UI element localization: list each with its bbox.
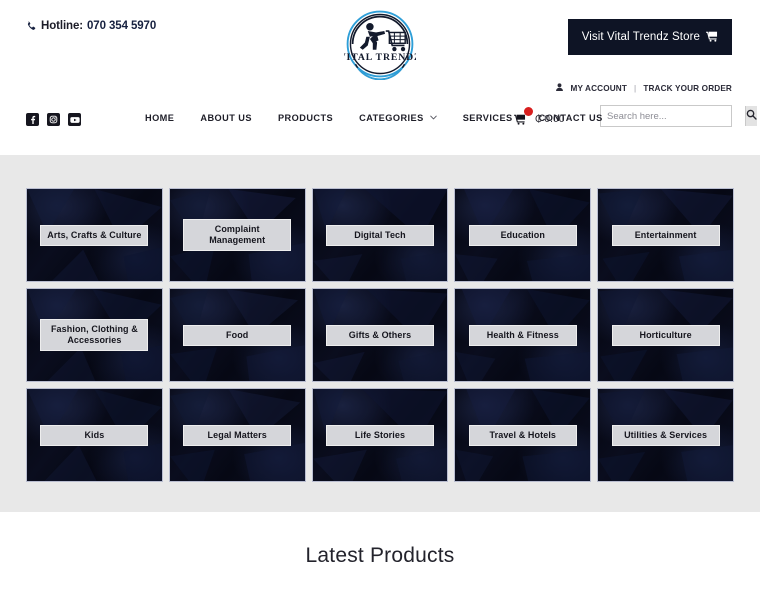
hotline: Hotline: 070 354 5970: [26, 20, 156, 32]
nav-item-products[interactable]: PRODUCTS: [265, 113, 346, 123]
account-divider: |: [634, 83, 637, 93]
category-tile[interactable]: Education: [454, 188, 592, 282]
category-label: Fashion, Clothing & Accessories: [40, 319, 149, 351]
visit-store-button[interactable]: Visit Vital Trendz Store: [567, 19, 732, 55]
cart-icon-wrapper: [514, 107, 533, 128]
user-icon: [556, 83, 564, 93]
nav-label: HOME: [145, 113, 175, 123]
nav-label: CATEGORIES: [359, 113, 424, 123]
category-tile[interactable]: Legal Matters: [168, 388, 306, 482]
category-label: Complaint Management: [183, 219, 292, 251]
category-label: Arts, Crafts & Culture: [40, 224, 149, 246]
currency-symbol: ₵: [535, 113, 543, 125]
category-label: Education: [468, 224, 577, 246]
latest-products-section: Latest Products: [0, 512, 760, 600]
my-account-link[interactable]: MY ACCOUNT: [570, 84, 627, 93]
category-grid: Arts, Crafts & Culture Complaint Managem…: [26, 188, 734, 482]
instagram-icon[interactable]: [47, 113, 60, 126]
category-tile[interactable]: Complaint Management: [168, 188, 306, 282]
category-label: Food: [183, 324, 292, 346]
nav-item-about-us[interactable]: ABOUT US: [187, 113, 265, 123]
search-button[interactable]: [745, 106, 757, 126]
site-header: Hotline: 070 354 5970 VITAL TRENDZ: [0, 0, 760, 155]
phone-icon: [26, 21, 37, 32]
hotline-label: Hotline:: [41, 20, 83, 32]
search-input[interactable]: [601, 106, 745, 126]
category-tile[interactable]: Horticulture: [597, 288, 734, 382]
category-tile[interactable]: Food: [168, 288, 306, 382]
category-tile[interactable]: Kids: [26, 388, 163, 482]
cart-amount-value: 0.00: [544, 113, 565, 125]
visit-store-label: Visit Vital Trendz Store: [581, 31, 700, 43]
nav-label: ABOUT US: [200, 113, 252, 123]
category-tile[interactable]: Arts, Crafts & Culture: [26, 188, 163, 282]
nav-item-home[interactable]: HOME: [132, 113, 187, 123]
nav-label: PRODUCTS: [277, 113, 334, 123]
track-order-link[interactable]: TRACK YOUR ORDER: [643, 84, 732, 93]
nav-label: SERVICES: [462, 113, 513, 123]
site-logo[interactable]: VITAL TRENDZ: [339, 8, 420, 81]
category-label: Digital Tech: [326, 224, 434, 246]
category-grid-section: Arts, Crafts & Culture Complaint Managem…: [0, 155, 760, 512]
youtube-icon[interactable]: [68, 113, 81, 126]
search-box: [600, 105, 757, 127]
cart-count-badge: [524, 107, 533, 116]
category-tile[interactable]: Gifts & Others: [311, 288, 449, 382]
category-tile[interactable]: Health & Fitness: [454, 288, 592, 382]
runner-with-shopping-cart-logo: VITAL TRENDZ: [339, 10, 420, 81]
hotline-number[interactable]: 070 354 5970: [87, 20, 156, 32]
cart-widget[interactable]: ₵ 0.00: [514, 107, 565, 128]
category-label: Kids: [40, 424, 149, 446]
category-tile[interactable]: Life Stories: [311, 388, 449, 482]
category-label: Travel & Hotels: [468, 424, 577, 446]
cart-total: ₵ 0.00: [535, 114, 565, 125]
category-tile[interactable]: Entertainment: [597, 188, 734, 282]
category-label: Legal Matters: [183, 424, 292, 446]
latest-products-title: Latest Products: [305, 544, 455, 567]
social-links: [26, 113, 81, 126]
shopping-cart-icon: [514, 114, 526, 128]
category-label: Entertainment: [611, 224, 720, 246]
facebook-icon[interactable]: [26, 113, 39, 126]
search-icon: [746, 109, 757, 123]
category-label: Health & Fitness: [468, 324, 577, 346]
svg-text:VITAL TRENDZ: VITAL TRENDZ: [344, 52, 416, 63]
account-links: MY ACCOUNT | TRACK YOUR ORDER: [556, 83, 732, 93]
category-label: Utilities & Services: [611, 424, 720, 446]
category-tile[interactable]: Fashion, Clothing & Accessories: [26, 288, 163, 382]
category-label: Horticulture: [611, 324, 720, 346]
chevron-down-icon: [429, 115, 437, 122]
category-label: Gifts & Others: [326, 324, 434, 346]
category-tile[interactable]: Travel & Hotels: [454, 388, 592, 482]
category-tile[interactable]: Utilities & Services: [597, 388, 734, 482]
category-label: Life Stories: [326, 424, 434, 446]
shopping-cart-icon: [706, 31, 718, 44]
nav-item-categories[interactable]: CATEGORIES: [346, 113, 450, 123]
category-tile[interactable]: Digital Tech: [311, 188, 449, 282]
